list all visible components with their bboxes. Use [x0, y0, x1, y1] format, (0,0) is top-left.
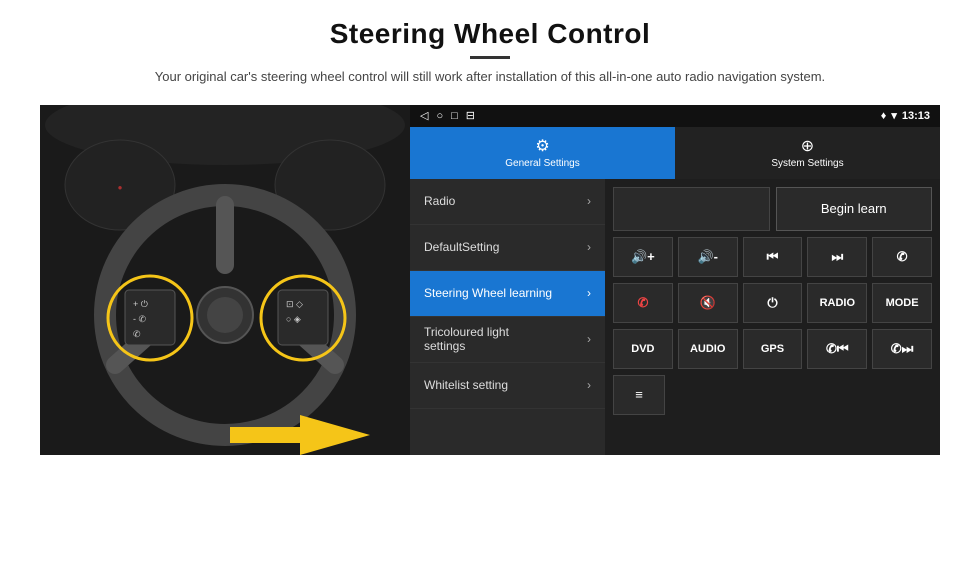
vol-down-icon: 🔊-: [697, 249, 718, 265]
status-bar: ◁ ○ □ ⊟ ♦ ▾ 13:13: [410, 105, 940, 127]
begin-learn-button[interactable]: Begin learn: [776, 187, 933, 231]
dvd-label: DVD: [631, 343, 654, 355]
tab-general-label: General Settings: [505, 158, 580, 169]
radio-label: RADIO: [820, 297, 855, 309]
phone-prev-button[interactable]: ✆⏮: [807, 329, 867, 369]
menu-whitelist-label: Whitelist setting: [424, 378, 508, 392]
button-grid-row3: DVD AUDIO GPS ✆⏮ ✆⏭: [613, 329, 932, 369]
top-row: Begin learn: [613, 187, 932, 231]
control-panel: Begin learn 🔊+ 🔊- ⏮: [605, 179, 940, 455]
mute-icon: 🔇: [700, 295, 716, 311]
tab-general-settings[interactable]: ⚙ General Settings: [410, 127, 675, 179]
vol-up-icon: 🔊+: [631, 249, 655, 265]
prev-track-button[interactable]: ⏮: [743, 237, 803, 277]
time-display: 13:13: [902, 110, 930, 122]
signal-icon: ▾: [891, 109, 897, 122]
tab-system-settings[interactable]: ⊕ System Settings: [675, 127, 940, 179]
content-area: ● + ⏻ - ✆ ✆: [40, 105, 940, 455]
subtitle: Your original car's steering wheel contr…: [155, 67, 825, 87]
menu-tricoloured-label: Tricoloured lightsettings: [424, 325, 509, 353]
menu-item-default[interactable]: DefaultSetting ›: [410, 225, 605, 271]
hang-up-icon: ✆: [637, 295, 648, 311]
power-button[interactable]: ⏻: [743, 283, 803, 323]
audio-button[interactable]: AUDIO: [678, 329, 738, 369]
svg-text:- ✆: - ✆: [133, 314, 146, 324]
button-grid-row1: 🔊+ 🔊- ⏮ ⏭ ✆: [613, 237, 932, 277]
button-grid-row2: ✆ 🔇 ⏻ RADIO MODE: [613, 283, 932, 323]
page-wrapper: Steering Wheel Control Your original car…: [0, 0, 980, 564]
menu-item-radio[interactable]: Radio ›: [410, 179, 605, 225]
menu-item-tricoloured[interactable]: Tricoloured lightsettings ›: [410, 317, 605, 363]
list-button[interactable]: ≡: [613, 375, 665, 415]
chevron-icon: ›: [587, 194, 591, 208]
location-icon: ♦: [881, 110, 887, 122]
empty-input-box: [613, 187, 770, 231]
svg-text:●: ●: [118, 183, 123, 192]
title-divider: [470, 56, 510, 59]
page-title: Steering Wheel Control: [155, 18, 825, 50]
steering-wheel-bg: ● + ⏻ - ✆ ✆: [40, 105, 410, 455]
tab-system-label: System Settings: [771, 158, 843, 169]
gps-label: GPS: [761, 343, 784, 355]
title-section: Steering Wheel Control Your original car…: [155, 18, 825, 99]
vol-down-button[interactable]: 🔊-: [678, 237, 738, 277]
hang-up-button[interactable]: ✆: [613, 283, 673, 323]
prev-icon: ⏮: [767, 249, 779, 265]
next-track-button[interactable]: ⏭: [807, 237, 867, 277]
phone-prev-icon: ✆⏮: [826, 341, 849, 357]
home-icon[interactable]: ○: [436, 110, 443, 122]
chevron-icon: ›: [587, 240, 591, 254]
phone-next-button[interactable]: ✆⏭: [872, 329, 932, 369]
tab-bar: ⚙ General Settings ⊕ System Settings: [410, 127, 940, 179]
status-bar-left: ◁ ○ □ ⊟: [420, 109, 475, 122]
phone-button[interactable]: ✆: [872, 237, 932, 277]
android-panel: ◁ ○ □ ⊟ ♦ ▾ 13:13 ⚙ General Settings: [410, 105, 940, 455]
vol-up-button[interactable]: 🔊+: [613, 237, 673, 277]
svg-text:+ ⏻: + ⏻: [133, 299, 148, 309]
svg-text:○ ◈: ○ ◈: [286, 314, 301, 324]
menu-default-label: DefaultSetting: [424, 240, 499, 254]
status-bar-right: ♦ ▾ 13:13: [881, 109, 930, 122]
recents-icon[interactable]: □: [451, 110, 458, 122]
menu-steering-label: Steering Wheel learning: [424, 286, 552, 300]
chevron-icon: ›: [587, 332, 591, 346]
menu-panel: Radio › DefaultSetting › Steering Wheel …: [410, 179, 605, 455]
radio-button[interactable]: RADIO: [807, 283, 867, 323]
phone-icon: ✆: [897, 249, 908, 265]
gear-icon: ⚙: [535, 136, 549, 156]
mode-label: MODE: [886, 297, 919, 309]
next-icon: ⏭: [831, 249, 843, 265]
list-icon: ≡: [635, 387, 643, 402]
audio-label: AUDIO: [690, 343, 725, 355]
chevron-icon: ›: [587, 378, 591, 392]
back-icon[interactable]: ◁: [420, 109, 428, 122]
single-btn-row: ≡: [613, 375, 932, 415]
main-content: Radio › DefaultSetting › Steering Wheel …: [410, 179, 940, 455]
menu-icon[interactable]: ⊟: [466, 109, 475, 122]
mute-button[interactable]: 🔇: [678, 283, 738, 323]
steering-wheel-panel: ● + ⏻ - ✆ ✆: [40, 105, 410, 455]
svg-text:✆: ✆: [133, 329, 141, 339]
menu-item-whitelist[interactable]: Whitelist setting ›: [410, 363, 605, 409]
menu-item-steering[interactable]: Steering Wheel learning ›: [410, 271, 605, 317]
dvd-button[interactable]: DVD: [613, 329, 673, 369]
gps-button[interactable]: GPS: [743, 329, 803, 369]
power-icon: ⏻: [767, 295, 777, 311]
menu-radio-label: Radio: [424, 194, 455, 208]
system-icon: ⊕: [801, 136, 814, 156]
svg-text:⊡ ◇: ⊡ ◇: [286, 299, 303, 309]
mode-button[interactable]: MODE: [872, 283, 932, 323]
chevron-icon: ›: [587, 286, 591, 300]
phone-next-icon: ✆⏭: [891, 341, 914, 357]
